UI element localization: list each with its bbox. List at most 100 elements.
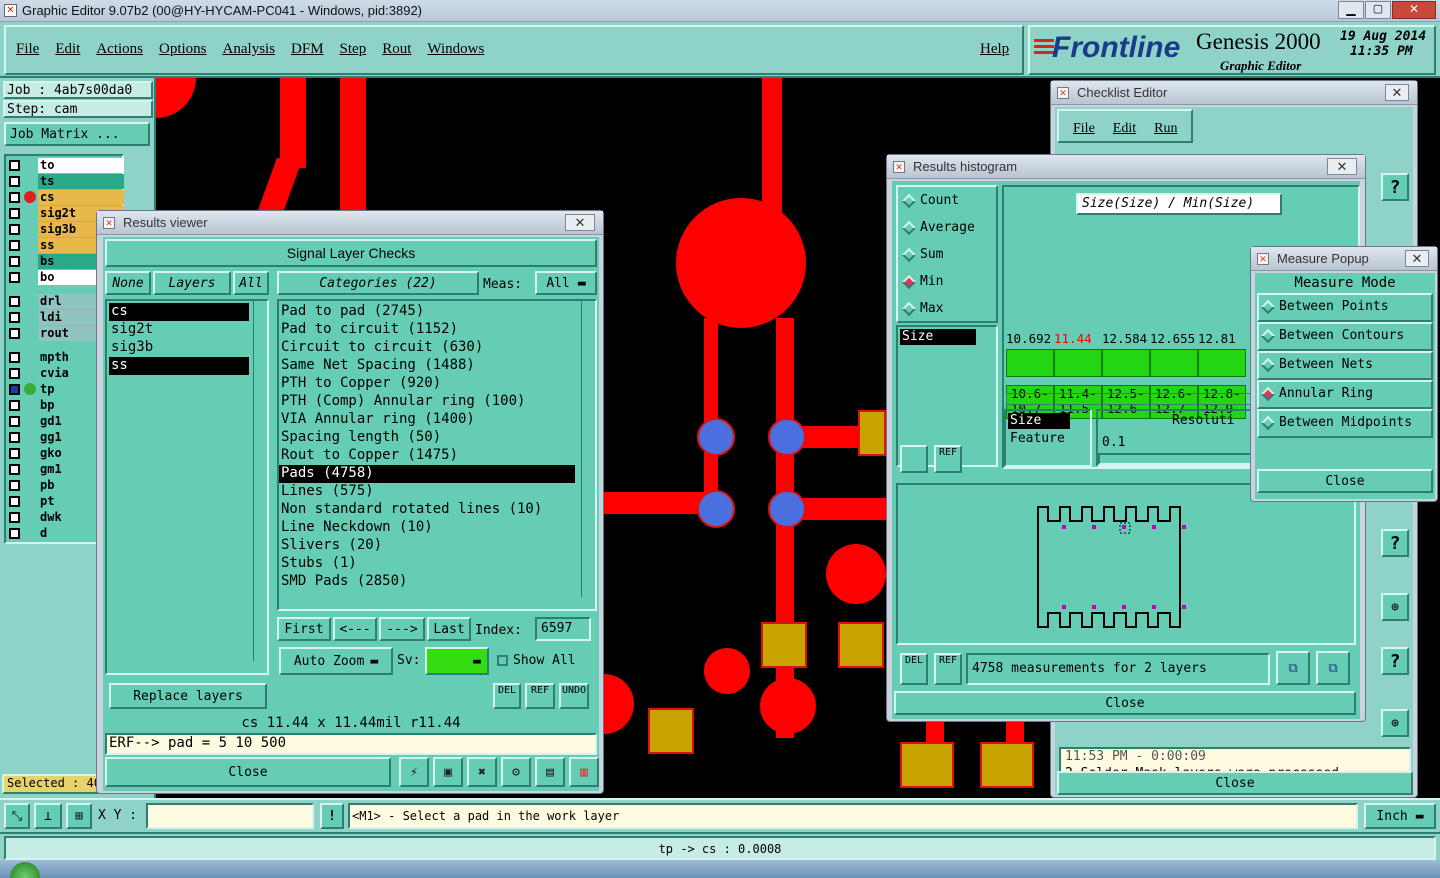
help-question-button[interactable]: ? <box>1381 529 1409 557</box>
checklist-menu-file[interactable]: File <box>1073 121 1095 141</box>
layer-checkbox[interactable] <box>9 327 20 339</box>
layer-checkbox[interactable] <box>9 295 20 307</box>
menu-file[interactable]: File <box>16 41 39 58</box>
result-layer-item[interactable]: sig3b <box>109 339 249 357</box>
measure-mode-between-contours[interactable]: Between Contours <box>1257 322 1433 351</box>
all-button[interactable]: All <box>233 271 269 295</box>
checklist-menu-edit[interactable]: Edit <box>1113 121 1136 141</box>
histogram-close-icon[interactable]: ✕ <box>1327 158 1357 175</box>
measure-mode-between-midpoints[interactable]: Between Midpoints <box>1257 409 1433 438</box>
layer-checkbox[interactable] <box>9 447 20 459</box>
replace-layers-button[interactable]: Replace layers <box>109 683 267 709</box>
layer-checkbox[interactable] <box>9 479 20 491</box>
histogram-close-button[interactable]: Close <box>894 691 1356 715</box>
category-item[interactable]: Slivers (20) <box>279 537 575 555</box>
layer-checkbox[interactable] <box>9 527 20 539</box>
delete-result-icon[interactable]: ✖ <box>467 757 497 787</box>
histogram-mode-min[interactable]: Min <box>901 274 975 301</box>
layer-checkbox[interactable] <box>9 255 20 267</box>
prev-button[interactable]: <--- <box>333 617 377 641</box>
show-all-checkbox[interactable] <box>497 655 508 666</box>
layer-checkbox[interactable] <box>9 431 20 443</box>
none-button[interactable]: None <box>105 271 151 295</box>
menu-rout[interactable]: Rout <box>382 41 411 58</box>
layer-checkbox[interactable] <box>9 463 20 475</box>
measure-mode-between-nets[interactable]: Between Nets <box>1257 351 1433 380</box>
job-matrix-button[interactable]: Job Matrix ... <box>4 122 150 146</box>
category-item[interactable]: Pads (4758) <box>279 465 575 483</box>
layer-checkbox[interactable] <box>9 383 20 395</box>
layer-checkbox[interactable] <box>9 351 20 363</box>
grid-icon[interactable]: ⊞ <box>66 803 92 829</box>
result-layer-item[interactable]: ss <box>109 357 249 375</box>
result-layer-item[interactable]: sig2t <box>109 321 249 339</box>
undo-button[interactable]: UNDO <box>559 683 589 709</box>
measure-icon[interactable]: ⟂ <box>34 803 62 829</box>
layer-checkbox[interactable] <box>9 415 20 427</box>
category-item[interactable]: Spacing length (50) <box>279 429 575 447</box>
histogram-bar[interactable] <box>1054 349 1102 377</box>
histogram-bar[interactable] <box>1006 349 1054 377</box>
zoom-icon[interactable]: ⊕ <box>1381 709 1409 737</box>
minimize-button[interactable]: ▁ <box>1338 1 1364 19</box>
layer-checkbox[interactable] <box>9 223 20 235</box>
help-question-button[interactable]: ? <box>1381 647 1409 675</box>
maximize-button[interactable]: ▢ <box>1365 1 1391 19</box>
del-button[interactable]: DEL <box>493 683 521 709</box>
category-item[interactable]: Stubs (1) <box>279 555 575 573</box>
histogram-mode-count[interactable]: Count <box>901 193 975 220</box>
snap-icon[interactable]: ⤡ <box>4 803 30 829</box>
category-item[interactable]: Rout to Copper (1475) <box>279 447 575 465</box>
measure-close-button[interactable]: Close <box>1257 469 1433 493</box>
layer-row[interactable]: cs <box>6 189 124 205</box>
category-item[interactable]: Same Net Spacing (1488) <box>279 357 575 375</box>
meas-select[interactable]: All ▬ <box>535 271 597 295</box>
zoom-icon[interactable]: ⊕ <box>1381 593 1409 621</box>
start-button-icon[interactable] <box>10 862 40 878</box>
flashlight-icon[interactable]: ⚡ <box>399 757 429 787</box>
category-item[interactable]: Non standard rotated lines (10) <box>279 501 575 519</box>
menu-step[interactable]: Step <box>340 41 367 58</box>
category-item[interactable]: Line Neckdown (10) <box>279 519 575 537</box>
layer-checkbox[interactable] <box>9 239 20 251</box>
categories-scrollbar[interactable] <box>581 301 593 597</box>
histogram-mode-sum[interactable]: Sum <box>901 247 975 274</box>
histogram-icon[interactable]: ▥ <box>569 757 599 787</box>
layer-checkbox[interactable] <box>9 207 20 219</box>
alert-icon[interactable]: ! <box>320 803 344 829</box>
hotkey-icon[interactable]: ⚙ <box>501 757 531 787</box>
histogram-bar[interactable] <box>1150 349 1198 377</box>
layer-checkbox[interactable] <box>9 191 20 203</box>
close-window-button[interactable]: ✕ <box>1392 1 1436 19</box>
layer-checkbox[interactable] <box>9 311 20 323</box>
menu-actions[interactable]: Actions <box>96 41 143 58</box>
erase-icon[interactable]: ▣ <box>433 757 463 787</box>
ref-button[interactable]: REF <box>525 683 555 709</box>
index-input[interactable]: 6597 <box>535 617 591 641</box>
menu-analysis[interactable]: Analysis <box>223 41 276 58</box>
auto-zoom-select[interactable]: Auto Zoom ▬ <box>279 647 393 675</box>
results-viewer-close-icon[interactable]: ✕ <box>565 214 595 231</box>
layer-checkbox[interactable] <box>9 367 20 379</box>
result-layer-item[interactable]: cs <box>109 303 249 321</box>
category-item[interactable]: PTH to Copper (920) <box>279 375 575 393</box>
category-item[interactable]: PTH (Comp) Annular ring (100) <box>279 393 575 411</box>
results-viewer-close-button[interactable]: Close <box>105 757 391 787</box>
size-list-item[interactable]: Size <box>900 329 976 345</box>
measure-close-icon[interactable]: ✕ <box>1405 250 1429 267</box>
xy-input[interactable] <box>146 803 314 829</box>
first-button[interactable]: First <box>277 617 331 641</box>
measure-mode-between-points[interactable]: Between Points <box>1257 293 1433 322</box>
category-item[interactable]: SMD Pads (2850) <box>279 573 575 591</box>
menu-edit[interactable]: Edit <box>55 41 80 58</box>
layer-row[interactable]: ts <box>6 173 124 189</box>
histogram-mode-average[interactable]: Average <box>901 220 975 247</box>
category-item[interactable]: Circuit to circuit (630) <box>279 339 575 357</box>
layer-checkbox[interactable] <box>9 511 20 523</box>
layer-checkbox[interactable] <box>9 399 20 411</box>
size-feature-item[interactable]: Feature <box>1008 431 1065 446</box>
category-item[interactable]: VIA Annular ring (1400) <box>279 411 575 429</box>
layer-checkbox[interactable] <box>9 159 20 171</box>
menu-windows[interactable]: Windows <box>427 41 484 58</box>
help-menu[interactable]: Help <box>980 41 1009 58</box>
